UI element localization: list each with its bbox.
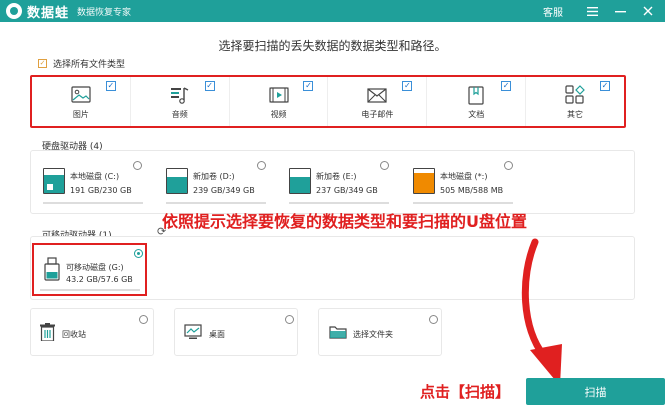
annotation-select-hint: 依照提示选择要恢复的数据类型和要扫描的U盘位置: [162, 212, 527, 231]
file-type-video[interactable]: ✓ 视频: [230, 77, 329, 126]
drive-c[interactable]: 本地磁盘 (C:) 191 GB/230 GB: [43, 168, 132, 195]
drive-size: 237 GB/349 GB: [316, 186, 378, 195]
drive-other-radio[interactable]: [504, 161, 513, 170]
drive-c-usage-bar: [43, 202, 143, 204]
close-icon[interactable]: [637, 0, 659, 22]
app-name: 数据蛙: [27, 5, 70, 21]
select-folder-card[interactable]: 选择文件夹: [318, 308, 442, 356]
file-type-label: 图片: [72, 110, 89, 119]
file-type-document[interactable]: ✓ 文档: [427, 77, 527, 126]
audio-icon: [170, 87, 189, 104]
usb-drive-icon: [44, 257, 60, 281]
file-type-email[interactable]: ✓ 电子邮件: [328, 77, 428, 126]
image-icon: [71, 86, 91, 103]
drive-name: 新加卷 (D:): [193, 172, 235, 181]
file-type-label: 电子邮件: [361, 110, 394, 119]
other-icon: [565, 85, 585, 104]
select-all-checkbox[interactable]: ✓: [38, 59, 47, 68]
drive-e[interactable]: 新加卷 (E:) 237 GB/349 GB: [289, 168, 378, 195]
drive-size: 239 GB/349 GB: [193, 186, 255, 195]
recycle-bin-card[interactable]: 回收站: [30, 308, 154, 356]
drive-size: 505 MB/588 MB: [440, 186, 504, 195]
folder-icon: [329, 326, 347, 339]
drive-d[interactable]: 新加卷 (D:) 239 GB/349 GB: [166, 168, 255, 195]
file-type-label: 文档: [468, 110, 485, 119]
location-label: 回收站: [62, 330, 86, 339]
select-folder-radio[interactable]: [429, 315, 438, 324]
drive-icon: [166, 168, 188, 194]
recycle-bin-icon: [40, 323, 55, 341]
audio-type-checkbox[interactable]: ✓: [204, 81, 215, 91]
drive-icon: [289, 168, 311, 194]
drive-size: 191 GB/230 GB: [70, 186, 132, 195]
file-type-panel: ✓ 图片 ✓ 音频 ✓ 视频 ✓ 电子邮件 ✓ 文档 ✓ 其它: [30, 75, 626, 128]
video-type-checkbox[interactable]: ✓: [303, 81, 314, 91]
file-type-label: 音频: [171, 110, 188, 119]
drive-name: 可移动磁盘 (G:): [66, 263, 124, 272]
app-subtitle: 数据恢复专家: [77, 7, 132, 18]
windows-icon: [47, 184, 53, 190]
other-type-checkbox[interactable]: ✓: [599, 81, 610, 91]
recycle-bin-radio[interactable]: [139, 315, 148, 324]
file-type-label: 视频: [270, 110, 287, 119]
drive-other[interactable]: 本地磁盘 (*:) 505 MB/588 MB: [413, 168, 503, 195]
drive-icon: [413, 168, 435, 194]
annotation-click-scan: 点击【扫描】: [420, 383, 511, 401]
drive-d-radio[interactable]: [257, 161, 266, 170]
drive-name: 本地磁盘 (*:): [440, 172, 488, 181]
drive-name: 本地磁盘 (C:): [70, 172, 120, 181]
image-type-checkbox[interactable]: ✓: [105, 81, 116, 91]
removable-drive-g[interactable]: 可移动磁盘 (G:) 43.2 GB/57.6 GB: [32, 243, 147, 296]
document-type-checkbox[interactable]: ✓: [501, 81, 512, 91]
drive-name: 新加卷 (E:): [316, 172, 357, 181]
select-all-types[interactable]: ✓ 选择所有文件类型: [38, 57, 125, 70]
drive-g-usage-bar: [40, 289, 140, 291]
drive-size: 43.2 GB/57.6 GB: [66, 275, 133, 284]
location-label: 桌面: [209, 330, 225, 339]
app-logo: 数据蛙 数据恢复专家: [6, 2, 131, 21]
drive-c-radio[interactable]: [133, 161, 142, 170]
email-icon: [367, 88, 387, 103]
location-label: 选择文件夹: [353, 330, 393, 339]
support-link[interactable]: 客服: [543, 4, 563, 19]
hamburger-icon[interactable]: [581, 0, 603, 22]
file-type-image[interactable]: ✓ 图片: [32, 77, 131, 126]
red-arrow-annotation: [521, 238, 562, 386]
document-icon: [468, 86, 484, 105]
frog-logo-icon: [6, 3, 22, 19]
drive-e-usage-bar: [289, 202, 389, 204]
desktop-radio[interactable]: [285, 315, 294, 324]
drive-other-usage-bar: [413, 202, 513, 204]
video-icon: [268, 87, 289, 103]
file-type-label: 其它: [567, 110, 584, 119]
email-type-checkbox[interactable]: ✓: [402, 81, 413, 91]
title-bar: 数据蛙 数据恢复专家 客服: [0, 0, 665, 22]
instruction-text: 选择要扫描的丢失数据的数据类型和路径。: [218, 39, 447, 53]
drive-icon: [43, 168, 65, 194]
file-type-other[interactable]: ✓ 其它: [526, 77, 624, 126]
desktop-icon: [184, 324, 202, 339]
drive-e-radio[interactable]: [380, 161, 389, 170]
select-all-label: 选择所有文件类型: [53, 60, 126, 70]
file-type-audio[interactable]: ✓ 音频: [131, 77, 230, 126]
minimize-icon[interactable]: [609, 0, 631, 22]
scan-button[interactable]: 扫描: [526, 378, 665, 405]
drive-g-radio[interactable]: [134, 249, 143, 258]
desktop-card[interactable]: 桌面: [174, 308, 298, 356]
drive-d-usage-bar: [166, 202, 266, 204]
